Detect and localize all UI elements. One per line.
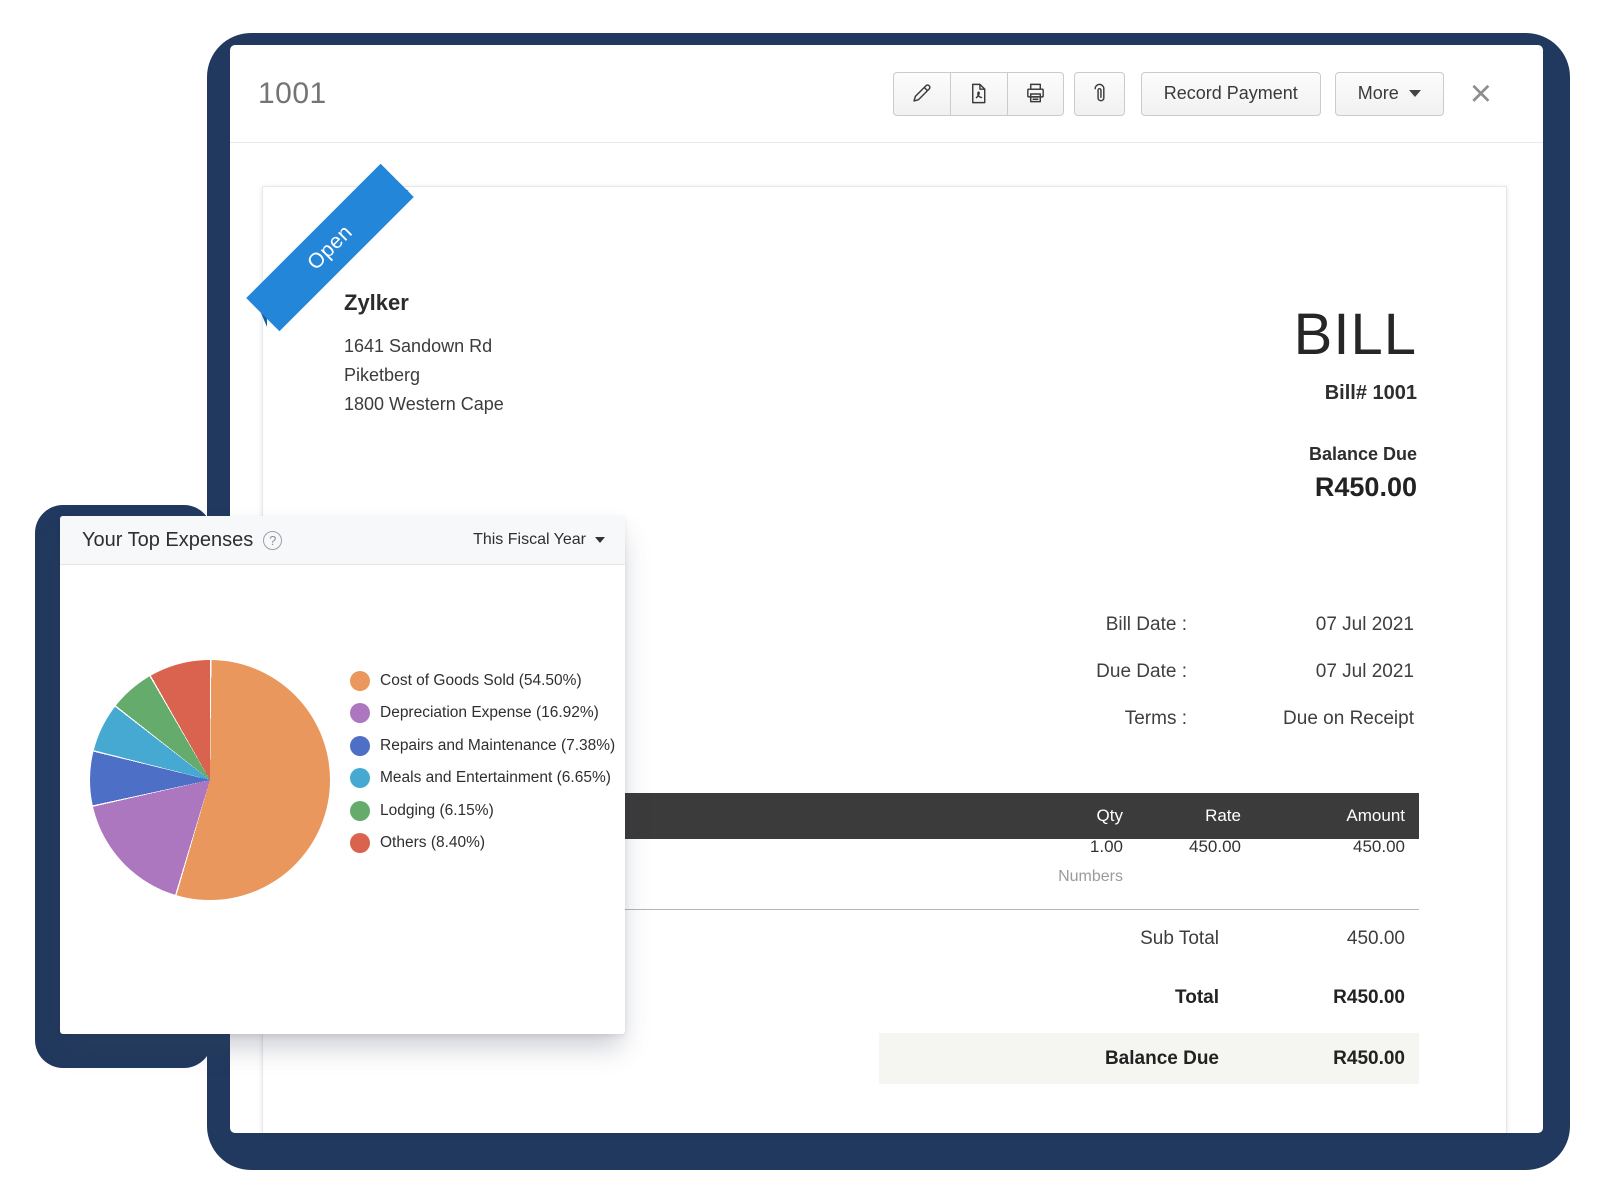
legend-item: Depreciation Expense (16.92%): [350, 703, 615, 723]
balance-due-row: Balance Due R450.00: [879, 1033, 1419, 1084]
legend-color-dot: [350, 703, 370, 723]
legend-label: Others (8.40%): [380, 834, 485, 852]
address-line: 1800 Western Cape: [344, 390, 504, 419]
legend-label: Meals and Entertainment (6.65%): [380, 769, 611, 787]
page: 1001: [0, 0, 1600, 1200]
legend-label: Repairs and Maintenance (7.38%): [380, 737, 615, 755]
balance-due-amount: R450.00: [1294, 472, 1417, 503]
status-ribbon: Open: [263, 187, 264, 188]
detail-row: Terms : Due on Receipt: [887, 695, 1414, 742]
legend-color-dot: [350, 671, 370, 691]
vendor-address-block: Zylker 1641 Sandown Rd Piketberg 1800 We…: [344, 290, 504, 419]
print-button[interactable]: [1007, 72, 1064, 116]
record-payment-label: Record Payment: [1164, 83, 1298, 104]
expenses-card-header: Your Top Expenses ? This Fiscal Year: [60, 516, 625, 565]
legend-label: Cost of Goods Sold (54.50%): [380, 672, 582, 690]
edit-button[interactable]: [893, 72, 950, 116]
more-button[interactable]: More: [1335, 72, 1444, 116]
period-selector-label: This Fiscal Year: [473, 531, 586, 549]
detail-label: Terms :: [887, 708, 1187, 730]
detail-row: Due Date : 07 Jul 2021: [887, 648, 1414, 695]
legend-item: Repairs and Maintenance (7.38%): [350, 736, 615, 756]
detail-label: Due Date :: [887, 661, 1187, 683]
attach-button[interactable]: [1074, 72, 1125, 116]
column-header-rate: Rate: [1123, 806, 1241, 826]
legend-item: Lodging (6.15%): [350, 801, 615, 821]
total-value: R450.00: [1219, 987, 1405, 1009]
column-header-amount: Amount: [1241, 806, 1405, 826]
paperclip-icon: [1088, 82, 1111, 105]
more-caret-icon: [1409, 90, 1421, 97]
legend-item: Cost of Goods Sold (54.50%): [350, 671, 615, 691]
toolbar: Record Payment More ×: [893, 72, 1496, 116]
bill-number-title: 1001: [258, 77, 327, 111]
toolbar-button-group: [893, 72, 1064, 116]
balance-row-label: Balance Due: [879, 1048, 1219, 1070]
chevron-down-icon: [595, 537, 605, 543]
top-expenses-card: Your Top Expenses ? This Fiscal Year Cos…: [60, 516, 625, 1034]
pie-legend: Cost of Goods Sold (54.50%) Depreciation…: [350, 671, 615, 865]
document-type-heading: BILL: [1294, 305, 1417, 365]
item-unit: Numbers: [1003, 868, 1123, 886]
record-payment-button[interactable]: Record Payment: [1141, 72, 1321, 116]
bill-number: Bill# 1001: [1294, 382, 1417, 405]
item-rate: 450.00: [1123, 837, 1241, 857]
bill-details-block: Bill Date : 07 Jul 2021 Due Date : 07 Ju…: [887, 601, 1414, 742]
more-label: More: [1358, 83, 1399, 104]
expenses-pie-chart[interactable]: [90, 660, 330, 900]
detail-value: 07 Jul 2021: [1187, 614, 1414, 636]
item-amount: 450.00: [1241, 837, 1405, 857]
help-icon[interactable]: ?: [263, 531, 282, 550]
vendor-name: Zylker: [344, 290, 504, 316]
close-icon[interactable]: ×: [1466, 75, 1496, 113]
item-qty: 1.00: [1003, 837, 1123, 857]
subtotal-value: 450.00: [1219, 928, 1405, 950]
document-meta-block: BILL Bill# 1001 Balance Due R450.00: [1294, 305, 1417, 503]
legend-color-dot: [350, 736, 370, 756]
printer-icon: [1024, 82, 1047, 105]
pdf-button[interactable]: [950, 72, 1007, 116]
legend-color-dot: [350, 801, 370, 821]
legend-item: Meals and Entertainment (6.65%): [350, 768, 615, 788]
address-line: Piketberg: [344, 361, 504, 390]
window-header: 1001: [230, 45, 1543, 143]
pdf-file-icon: [967, 82, 990, 105]
expenses-card-title: Your Top Expenses: [82, 529, 253, 552]
legend-color-dot: [350, 768, 370, 788]
legend-label: Lodging (6.15%): [380, 802, 494, 820]
legend-label: Depreciation Expense (16.92%): [380, 704, 599, 722]
detail-value: Due on Receipt: [1187, 708, 1414, 730]
legend-item: Others (8.40%): [350, 833, 615, 853]
column-header-qty: Qty: [1003, 806, 1123, 826]
detail-label: Bill Date :: [887, 614, 1187, 636]
detail-value: 07 Jul 2021: [1187, 661, 1414, 683]
address-line: 1641 Sandown Rd: [344, 332, 504, 361]
period-selector[interactable]: This Fiscal Year: [473, 531, 605, 549]
balance-row-value: R450.00: [1219, 1048, 1405, 1070]
balance-due-label: Balance Due: [1294, 444, 1417, 465]
detail-row: Bill Date : 07 Jul 2021: [887, 601, 1414, 648]
legend-color-dot: [350, 833, 370, 853]
edit-pencil-icon: [910, 82, 933, 105]
